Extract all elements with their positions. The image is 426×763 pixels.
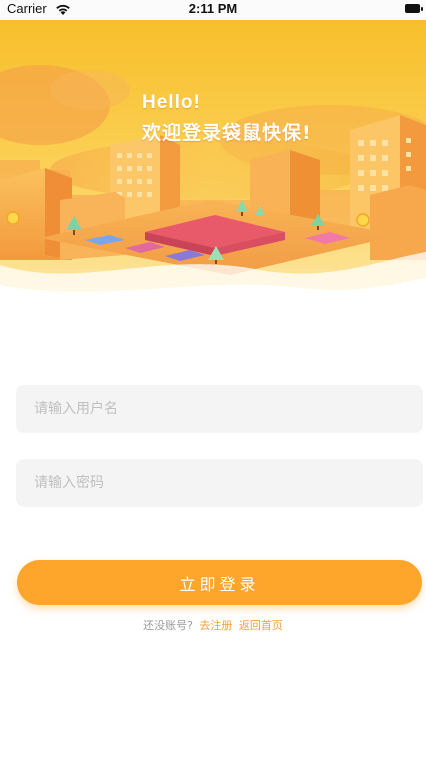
password-input[interactable]: [34, 459, 405, 507]
password-field[interactable]: [16, 459, 423, 507]
register-link[interactable]: 去注册: [199, 619, 232, 632]
battery-icon: [405, 4, 423, 13]
banner-welcome-text: 欢迎登录袋鼠快保!: [142, 122, 312, 144]
status-time: 2:11 PM: [188, 1, 238, 16]
account-links: 还没账号? 去注册 返回首页: [0, 617, 426, 633]
home-link[interactable]: 返回首页: [239, 619, 283, 632]
login-button[interactable]: 立即登录: [17, 560, 422, 605]
city-illustration: [0, 20, 426, 300]
status-bar: Carrier 2:11 PM: [0, 0, 426, 20]
banner-hello-text: Hello!: [142, 92, 201, 113]
login-banner: Hello! 欢迎登录袋鼠快保!: [0, 20, 426, 300]
no-account-text: 还没账号?: [143, 619, 193, 632]
username-field[interactable]: [16, 385, 423, 433]
username-input[interactable]: [34, 385, 405, 433]
